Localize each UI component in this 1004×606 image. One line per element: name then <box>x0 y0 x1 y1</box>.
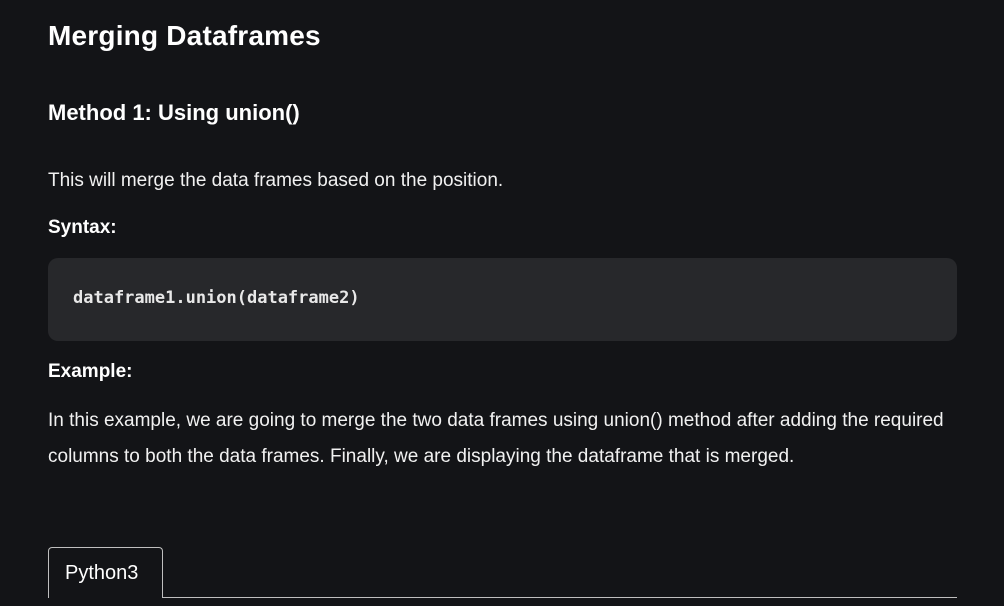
intro-paragraph: This will merge the data frames based on… <box>48 170 504 191</box>
page-title: Merging Dataframes <box>48 20 321 51</box>
tab-python3[interactable]: Python3 <box>48 547 163 598</box>
code-tabs-divider <box>48 597 957 598</box>
example-paragraph: In this example, we are going to merge t… <box>48 410 944 467</box>
example-label: Example: <box>48 361 133 382</box>
syntax-code-block: dataframe1.union(dataframe2) <box>48 258 957 341</box>
syntax-label: Syntax: <box>48 217 117 238</box>
syntax-code: dataframe1.union(dataframe2) <box>73 288 360 308</box>
tab-python3-label: Python3 <box>65 562 139 584</box>
method-heading: Method 1: Using union() <box>48 100 300 125</box>
